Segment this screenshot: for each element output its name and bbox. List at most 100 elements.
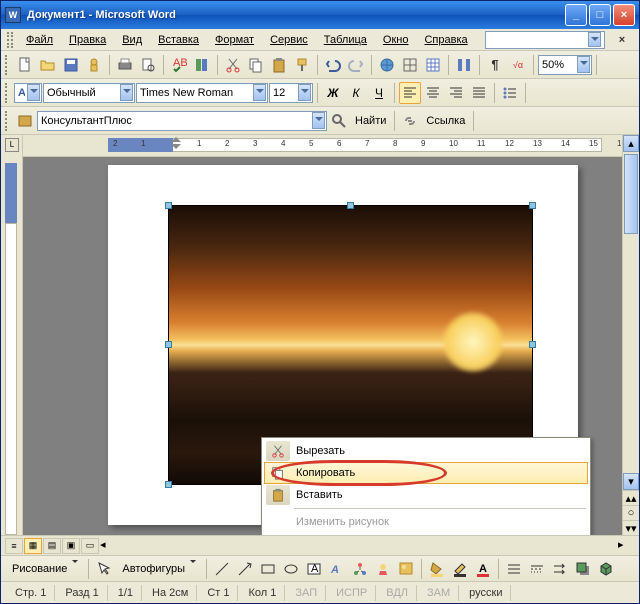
menu-table[interactable]: Таблица (317, 31, 374, 49)
scroll-right-icon[interactable]: ▸ (618, 538, 635, 554)
close-button[interactable]: × (613, 4, 635, 26)
maximize-button[interactable]: □ (589, 4, 611, 26)
align-justify-button[interactable] (468, 82, 490, 104)
equation-icon[interactable]: √α (507, 54, 529, 76)
redo-icon[interactable] (345, 54, 367, 76)
scroll-left-icon[interactable]: ◂ (100, 538, 117, 554)
ctx-show-picture-toolbar[interactable]: Отобразить панель настройки изображения (264, 533, 588, 535)
italic-button[interactable]: К (345, 82, 367, 104)
scroll-up-icon[interactable]: ▴ (623, 135, 639, 152)
tab-selector[interactable]: L (5, 138, 19, 152)
resize-handle-w[interactable] (165, 341, 172, 348)
toolbar-grip[interactable] (5, 55, 11, 75)
cut-icon[interactable] (222, 54, 244, 76)
menu-insert[interactable]: Вставка (151, 31, 206, 49)
ctx-paste[interactable]: Вставить (264, 484, 588, 506)
reading-view-button[interactable]: ▭ (81, 538, 99, 554)
menu-window[interactable]: Окно (376, 31, 416, 49)
bold-button[interactable]: Ж (322, 82, 344, 104)
print-layout-view-button[interactable]: ▤ (43, 538, 61, 554)
status-rec[interactable]: ЗАП (287, 585, 326, 601)
ctx-cut[interactable]: Вырезать (264, 440, 588, 462)
search-icon[interactable] (328, 110, 350, 132)
scroll-down-icon[interactable]: ▾ (623, 473, 639, 490)
find-label[interactable]: Найти (351, 115, 390, 127)
style-a-combo[interactable]: A (14, 83, 42, 103)
align-center-button[interactable] (422, 82, 444, 104)
undo-icon[interactable] (322, 54, 344, 76)
status-ovr[interactable]: ЗАМ (419, 585, 459, 601)
scroll-thumb[interactable] (624, 154, 638, 234)
tables-borders-icon[interactable] (399, 54, 421, 76)
help-search-input[interactable] (485, 31, 605, 49)
permission-icon[interactable] (83, 54, 105, 76)
show-formatting-icon[interactable]: ¶ (484, 54, 506, 76)
research-icon[interactable] (191, 54, 213, 76)
insert-table-icon[interactable] (422, 54, 444, 76)
font-combo[interactable]: Times New Roman (136, 83, 268, 103)
dash-style-icon[interactable] (526, 558, 548, 580)
clipart-icon[interactable] (372, 558, 394, 580)
line-icon[interactable] (211, 558, 233, 580)
diagram-icon[interactable] (349, 558, 371, 580)
normal-view-button[interactable]: ≡ (5, 538, 23, 554)
status-lang[interactable]: русски (461, 585, 511, 601)
insert-picture-icon[interactable] (395, 558, 417, 580)
ctx-copy[interactable]: Копировать (264, 462, 588, 484)
oval-icon[interactable] (280, 558, 302, 580)
outline-view-button[interactable]: ▣ (62, 538, 80, 554)
autoshapes-menu[interactable]: Автофигуры (116, 563, 202, 575)
line-style-icon[interactable] (503, 558, 525, 580)
menu-edit[interactable]: Правка (62, 31, 113, 49)
style-combo[interactable]: Обычный (43, 83, 135, 103)
3d-icon[interactable] (595, 558, 617, 580)
bullets-button[interactable] (499, 82, 521, 104)
hyperlink-icon[interactable] (376, 54, 398, 76)
next-page-icon[interactable]: ▾▾ (623, 520, 639, 535)
menu-file[interactable]: Файл (19, 31, 60, 49)
link-icon[interactable] (399, 110, 421, 132)
paste-icon[interactable] (268, 54, 290, 76)
new-doc-icon[interactable] (14, 54, 36, 76)
menu-view[interactable]: Вид (115, 31, 149, 49)
underline-button[interactable]: Ч (368, 82, 390, 104)
print-preview-icon[interactable] (137, 54, 159, 76)
print-icon[interactable] (114, 54, 136, 76)
open-icon[interactable] (37, 54, 59, 76)
textbox-icon[interactable]: A (303, 558, 325, 580)
shadow-icon[interactable] (572, 558, 594, 580)
toolbar-grip[interactable] (5, 83, 11, 103)
spellcheck-icon[interactable]: ABC (168, 54, 190, 76)
menu-help[interactable]: Справка (417, 31, 474, 49)
align-right-button[interactable] (445, 82, 467, 104)
zoom-combo[interactable]: 50% (538, 55, 592, 75)
web-layout-view-button[interactable]: ▦ (24, 538, 42, 554)
fill-color-icon[interactable] (426, 558, 448, 580)
align-left-button[interactable] (399, 82, 421, 104)
minimize-button[interactable]: _ (565, 4, 587, 26)
menu-format[interactable]: Формат (208, 31, 261, 49)
select-objects-icon[interactable] (93, 558, 115, 580)
save-icon[interactable] (60, 54, 82, 76)
columns-icon[interactable] (453, 54, 475, 76)
vertical-scrollbar[interactable]: ▴ ▾ ▴▴ ○ ▾▾ (622, 135, 639, 535)
status-ext[interactable]: ВДЛ (378, 585, 417, 601)
link-label[interactable]: Ссылка (422, 115, 469, 127)
font-color-icon[interactable]: A (472, 558, 494, 580)
consultant-icon[interactable] (14, 110, 36, 132)
menu-tools[interactable]: Сервис (263, 31, 315, 49)
arrow-style-icon[interactable] (549, 558, 571, 580)
browse-object-icon[interactable]: ○ (623, 505, 639, 520)
vertical-ruler[interactable]: L (1, 135, 23, 535)
format-painter-icon[interactable] (291, 54, 313, 76)
resize-handle-ne[interactable] (529, 202, 536, 209)
consultant-combo[interactable]: КонсультантПлюс (37, 111, 327, 131)
drawing-menu[interactable]: Рисование (6, 563, 84, 575)
resize-handle-n[interactable] (347, 202, 354, 209)
fontsize-combo[interactable]: 12 (269, 83, 313, 103)
prev-page-icon[interactable]: ▴▴ (623, 490, 639, 505)
resize-handle-nw[interactable] (165, 202, 172, 209)
toolbar-grip[interactable] (7, 32, 13, 48)
wordart-icon[interactable]: A (326, 558, 348, 580)
resize-handle-sw[interactable] (165, 481, 172, 488)
